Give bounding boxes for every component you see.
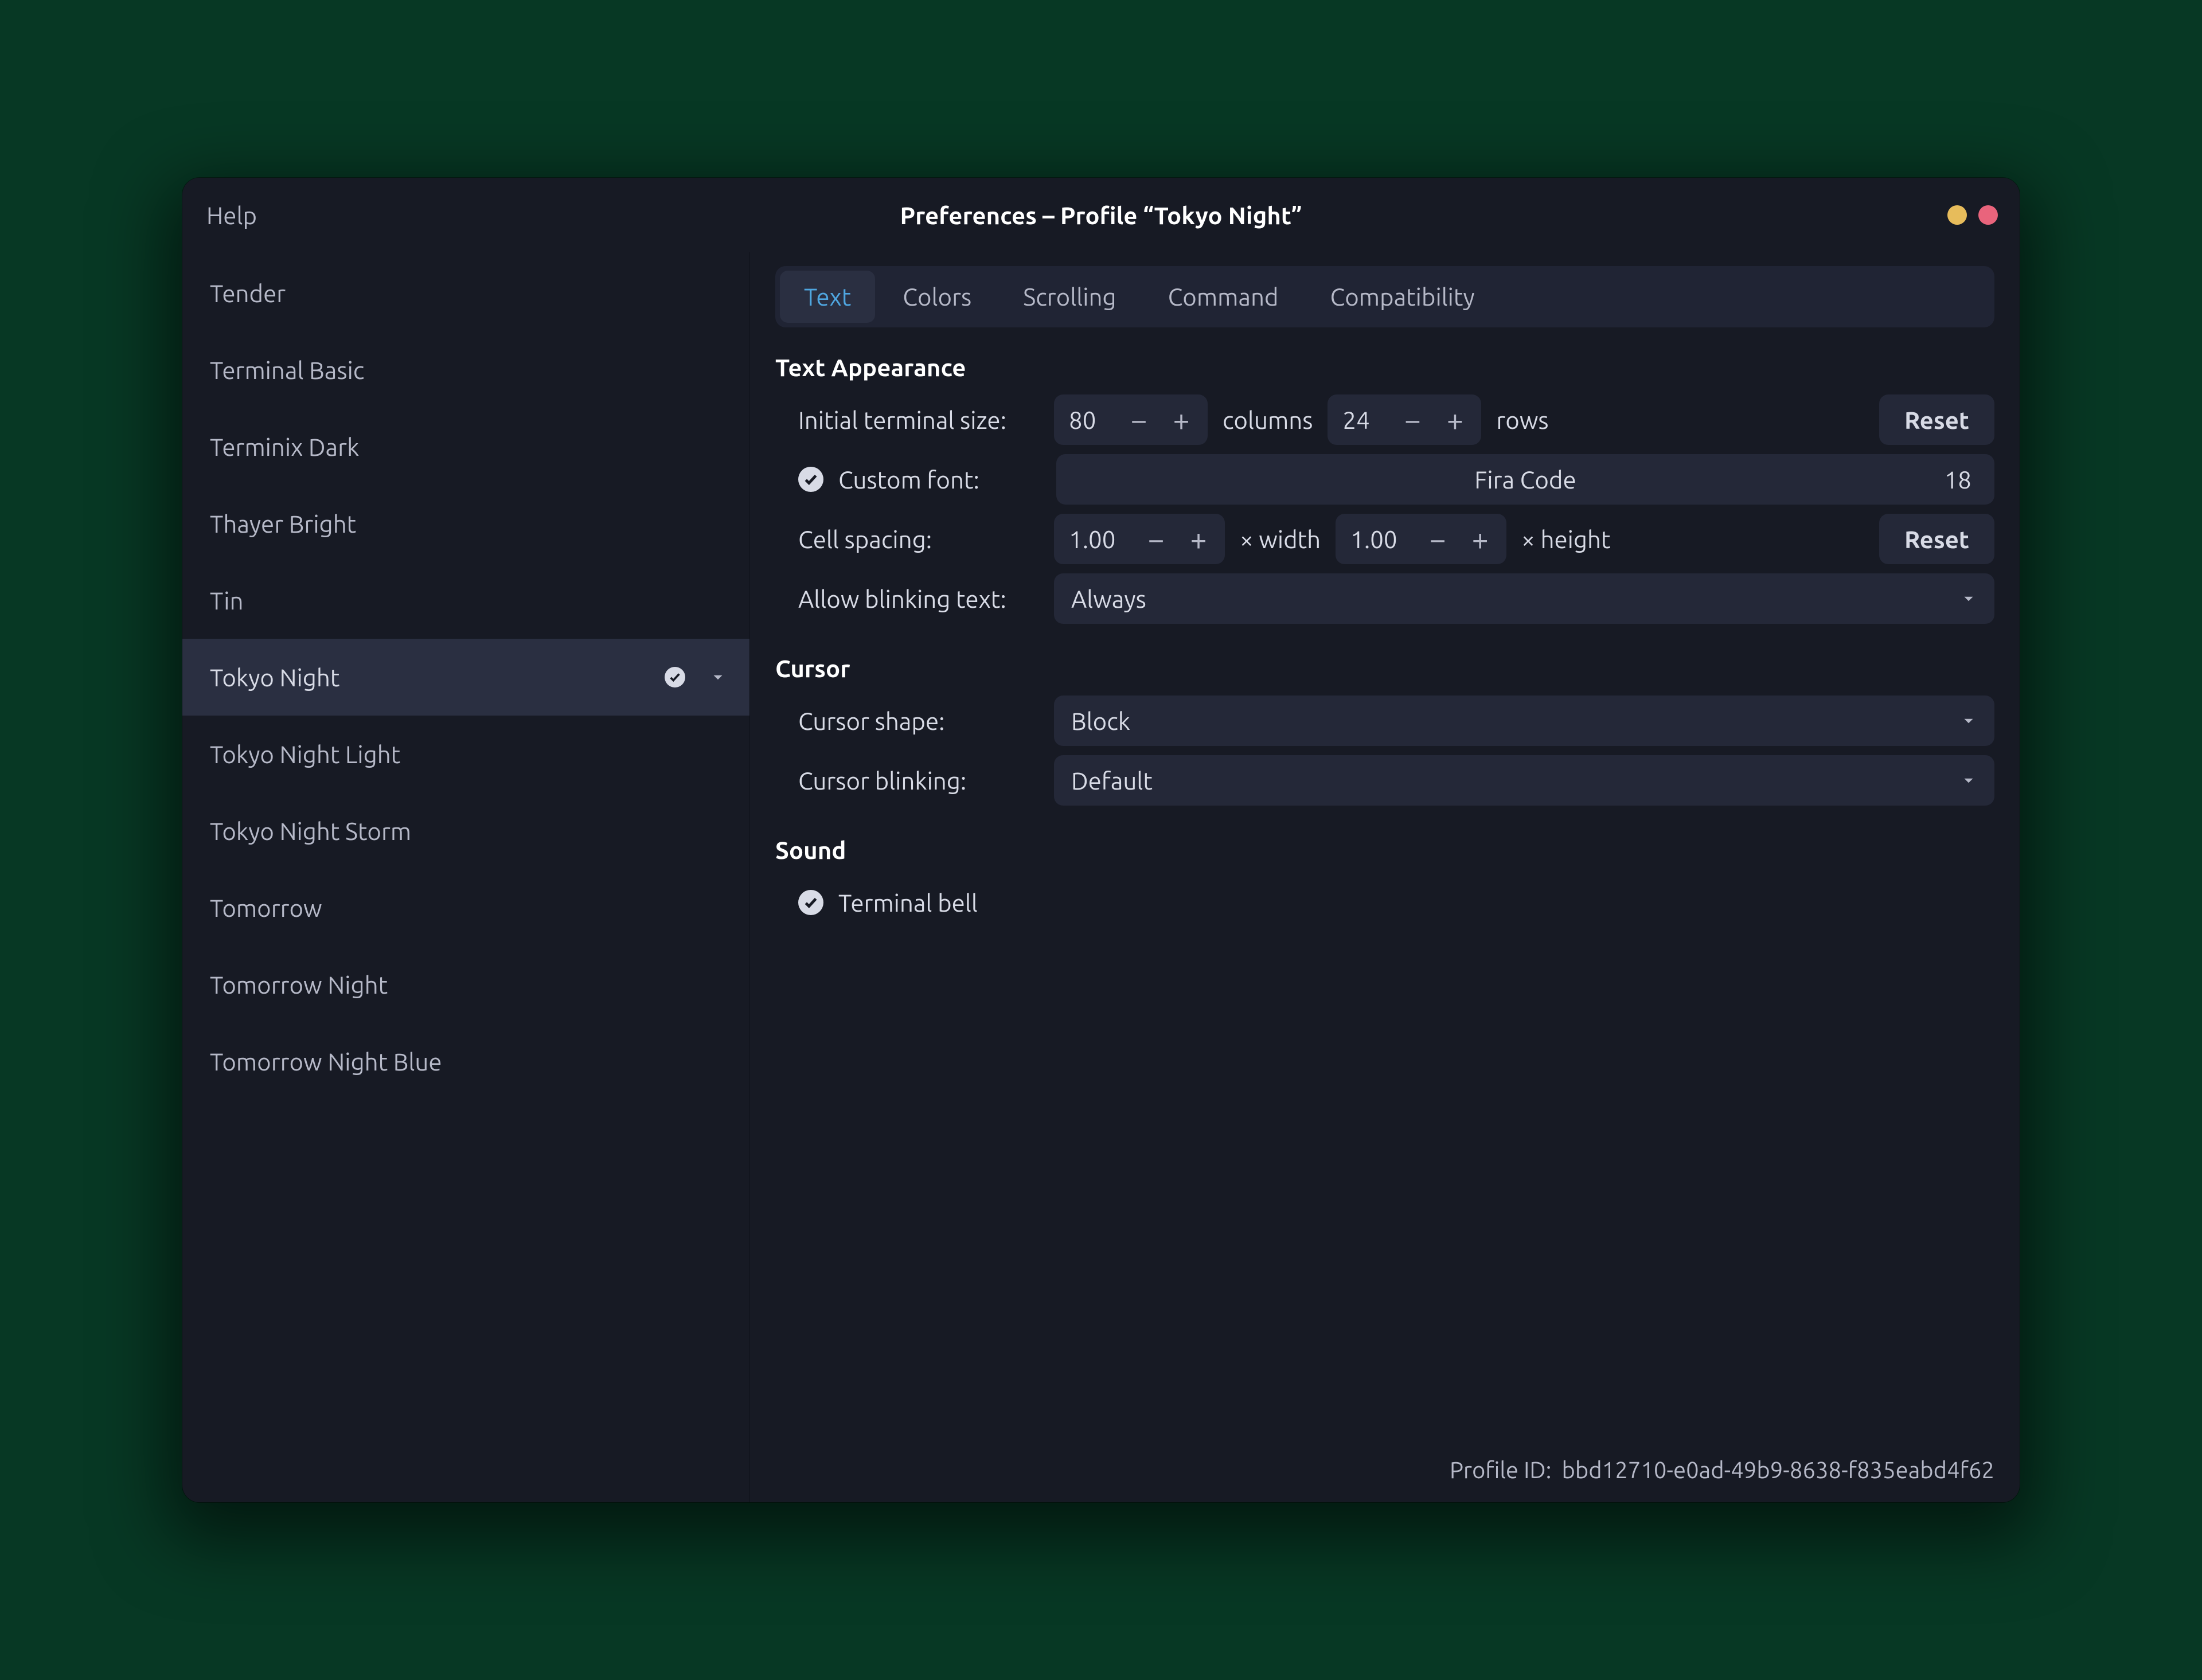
sidebar-item-tomorrow-night-blue[interactable]: Tomorrow Night Blue bbox=[182, 1023, 749, 1100]
chevron-down-icon bbox=[1960, 585, 1977, 612]
cell-width-unit: × width bbox=[1240, 526, 1321, 553]
titlebar: Help Preferences – Profile “Tokyo Night” bbox=[182, 178, 2020, 252]
cursor-shape-value: Block bbox=[1071, 708, 1130, 734]
cursor-shape-label: Cursor shape: bbox=[798, 708, 1039, 734]
profile-menu-button[interactable] bbox=[709, 664, 727, 691]
sidebar-item-label: Terminal Basic bbox=[210, 357, 364, 384]
row-cursor-blinking: Cursor blinking: Default bbox=[775, 751, 1994, 810]
sidebar-item-terminix-dark[interactable]: Terminix Dark bbox=[182, 408, 749, 485]
custom-font-label: Custom font: bbox=[838, 466, 1041, 493]
cell-height-unit: × height bbox=[1521, 526, 1610, 553]
cell-height-decrement[interactable]: − bbox=[1419, 521, 1456, 557]
chevron-down-icon bbox=[1960, 767, 1977, 794]
sidebar-item-tokyo-night-storm[interactable]: Tokyo Night Storm bbox=[182, 792, 749, 869]
row-terminal-bell: Terminal bell bbox=[775, 873, 1994, 932]
profile-id-value: bbd12710-e0ad-49b9-8638-f835eabd4f62 bbox=[1561, 1457, 1994, 1483]
font-chooser[interactable]: Fira Code 18 bbox=[1056, 454, 1994, 505]
sidebar-item-label: Tomorrow Night bbox=[210, 971, 388, 998]
sidebar-item-label: Tomorrow bbox=[210, 894, 322, 921]
row-initial-size: Initial terminal size: 80 − + columns 24… bbox=[775, 390, 1994, 450]
sidebar-item-thayer-bright[interactable]: Thayer Bright bbox=[182, 485, 749, 562]
cell-width-value: 1.00 bbox=[1069, 526, 1132, 553]
tab-colors[interactable]: Colors bbox=[879, 271, 995, 323]
tab-compatibility[interactable]: Compatibility bbox=[1306, 271, 1499, 323]
sidebar-item-label: Terminix Dark bbox=[210, 433, 359, 460]
profile-id-footer: Profile ID: bbd12710-e0ad-49b9-8638-f835… bbox=[1450, 1457, 1994, 1483]
profile-sidebar: Tender Terminal Basic Terminix Dark Thay… bbox=[182, 252, 750, 1502]
rows-increment[interactable]: + bbox=[1436, 401, 1473, 438]
cell-width-increment[interactable]: + bbox=[1180, 521, 1217, 557]
cursor-shape-select[interactable]: Block bbox=[1054, 696, 1994, 746]
preferences-window: Help Preferences – Profile “Tokyo Night”… bbox=[182, 178, 2020, 1502]
profile-tabs: Text Colors Scrolling Command Compatibil… bbox=[775, 266, 1994, 327]
cursor-blinking-label: Cursor blinking: bbox=[798, 767, 1039, 794]
cell-height-stepper[interactable]: 1.00 − + bbox=[1336, 514, 1506, 564]
cell-spacing-label: Cell spacing: bbox=[798, 526, 1039, 553]
custom-font-checkbox[interactable] bbox=[798, 467, 823, 492]
tab-text[interactable]: Text bbox=[780, 271, 875, 323]
tab-scrolling[interactable]: Scrolling bbox=[999, 271, 1140, 323]
terminal-bell-checkbox[interactable] bbox=[798, 890, 823, 915]
sidebar-item-label: Thayer Bright bbox=[210, 510, 356, 537]
columns-increment[interactable]: + bbox=[1163, 401, 1200, 438]
chevron-down-icon bbox=[1960, 708, 1977, 734]
rows-value: 24 bbox=[1342, 407, 1388, 433]
cell-width-stepper[interactable]: 1.00 − + bbox=[1054, 514, 1225, 564]
help-menu[interactable]: Help bbox=[206, 202, 257, 229]
sidebar-item-label: Tomorrow Night Blue bbox=[210, 1048, 442, 1075]
tab-command[interactable]: Command bbox=[1144, 271, 1303, 323]
section-sound: Sound bbox=[775, 837, 1994, 864]
rows-decrement[interactable]: − bbox=[1394, 401, 1431, 438]
columns-value: 80 bbox=[1069, 407, 1115, 433]
profile-content: Text Colors Scrolling Command Compatibil… bbox=[750, 252, 2020, 1502]
initial-size-label: Initial terminal size: bbox=[798, 407, 1039, 433]
cell-height-increment[interactable]: + bbox=[1462, 521, 1498, 557]
font-name: Fira Code bbox=[1474, 466, 1576, 493]
sidebar-item-tokyo-night-light[interactable]: Tokyo Night Light bbox=[182, 716, 749, 792]
terminal-bell-label: Terminal bell bbox=[838, 889, 978, 916]
row-cell-spacing: Cell spacing: 1.00 − + × width 1.00 − + … bbox=[775, 509, 1994, 569]
sidebar-item-label: Tokyo Night bbox=[210, 664, 339, 691]
cursor-blinking-select[interactable]: Default bbox=[1054, 755, 1994, 806]
sidebar-item-tin[interactable]: Tin bbox=[182, 562, 749, 639]
sidebar-item-terminal-basic[interactable]: Terminal Basic bbox=[182, 331, 749, 408]
cell-width-decrement[interactable]: − bbox=[1138, 521, 1174, 557]
rows-unit: rows bbox=[1496, 407, 1548, 433]
blinking-text-label: Allow blinking text: bbox=[798, 585, 1039, 612]
section-text-appearance: Text Appearance bbox=[775, 354, 1994, 381]
cell-height-value: 1.00 bbox=[1350, 526, 1414, 553]
row-blinking-text: Allow blinking text: Always bbox=[775, 569, 1994, 628]
profile-id-label: Profile ID: bbox=[1450, 1457, 1551, 1483]
font-size: 18 bbox=[1945, 466, 1971, 493]
sidebar-item-label: Tokyo Night Storm bbox=[210, 818, 411, 845]
section-cursor: Cursor bbox=[775, 655, 1994, 682]
blinking-text-value: Always bbox=[1071, 585, 1146, 612]
window-title: Preferences – Profile “Tokyo Night” bbox=[182, 202, 2020, 229]
cursor-blinking-value: Default bbox=[1071, 767, 1153, 794]
size-reset-button[interactable]: Reset bbox=[1879, 394, 1994, 445]
columns-stepper[interactable]: 80 − + bbox=[1054, 394, 1208, 445]
row-custom-font: Custom font: Fira Code 18 bbox=[775, 450, 1994, 509]
sidebar-item-label: Tin bbox=[210, 587, 243, 614]
sidebar-item-tender[interactable]: Tender bbox=[182, 255, 749, 331]
row-cursor-shape: Cursor shape: Block bbox=[775, 691, 1994, 751]
sidebar-item-label: Tender bbox=[210, 280, 286, 307]
rows-stepper[interactable]: 24 − + bbox=[1328, 394, 1481, 445]
default-profile-icon bbox=[665, 667, 685, 687]
close-button[interactable] bbox=[1978, 205, 1998, 225]
blinking-text-select[interactable]: Always bbox=[1054, 573, 1994, 624]
sidebar-item-tomorrow[interactable]: Tomorrow bbox=[182, 869, 749, 946]
cell-reset-button[interactable]: Reset bbox=[1879, 514, 1994, 564]
columns-unit: columns bbox=[1223, 407, 1313, 433]
window-controls bbox=[1947, 205, 1998, 225]
minimize-button[interactable] bbox=[1947, 205, 1967, 225]
sidebar-item-tomorrow-night[interactable]: Tomorrow Night bbox=[182, 946, 749, 1023]
columns-decrement[interactable]: − bbox=[1120, 401, 1157, 438]
sidebar-item-label: Tokyo Night Light bbox=[210, 741, 400, 768]
sidebar-item-tokyo-night[interactable]: Tokyo Night bbox=[182, 639, 749, 716]
